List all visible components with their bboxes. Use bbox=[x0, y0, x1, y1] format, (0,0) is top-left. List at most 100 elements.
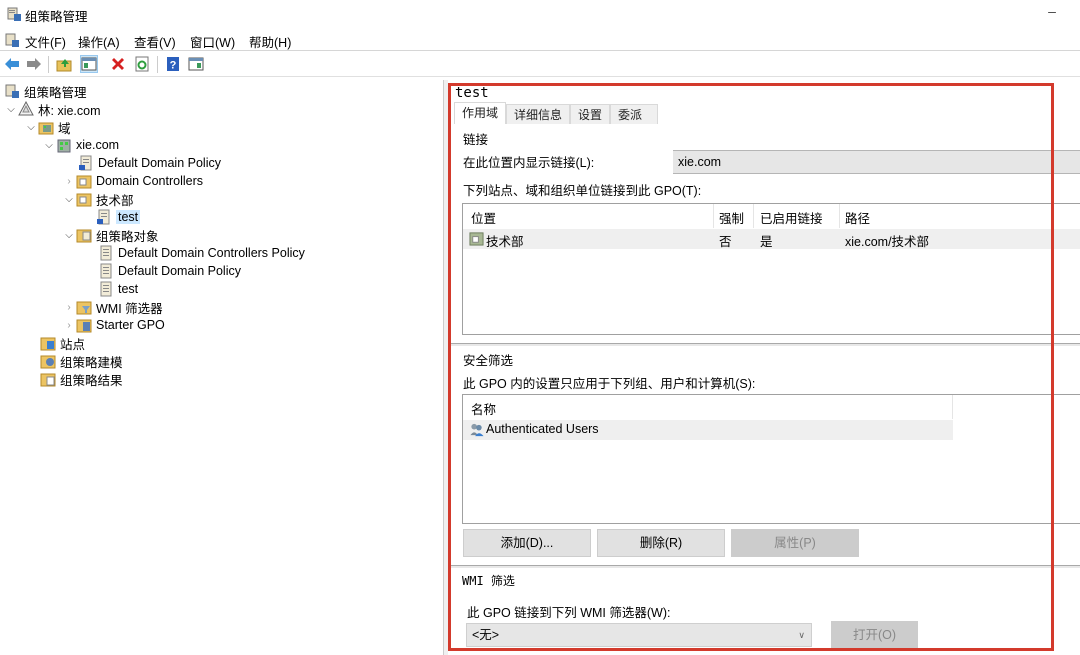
sites-icon bbox=[40, 337, 56, 351]
svg-text:?: ? bbox=[170, 60, 177, 72]
gpo-container-icon bbox=[76, 229, 92, 243]
display-links-location[interactable]: xie.com bbox=[673, 150, 1080, 174]
console-tree: 组策略管理 ⌵ 林: xie.com ⌵ 域 ⌵ xie.com Default… bbox=[0, 80, 444, 655]
tree-item-gpo[interactable]: Default Domain Controllers Policy bbox=[84, 244, 305, 262]
up-level-button[interactable] bbox=[55, 55, 73, 73]
domains-folder-icon bbox=[38, 122, 54, 135]
gpm-app-icon bbox=[7, 7, 21, 21]
cell-path: xie.com/技术部 bbox=[845, 235, 930, 249]
gpm-icon bbox=[5, 84, 19, 98]
gpo-title: test bbox=[455, 85, 489, 101]
chevron-down-icon[interactable]: ⌵ bbox=[4, 104, 18, 115]
links-heading: 链接 bbox=[463, 133, 489, 147]
tab-settings[interactable]: 设置 bbox=[570, 104, 611, 124]
tree-item-test-link-selected[interactable]: test bbox=[82, 208, 141, 226]
security-filtering-heading: 安全筛选 bbox=[463, 353, 514, 368]
forest-icon bbox=[18, 101, 34, 116]
tree-item-domains[interactable]: ⌵ 域 bbox=[24, 118, 71, 136]
back-icon bbox=[5, 58, 19, 70]
tree-item-root[interactable]: 组策略管理 bbox=[4, 82, 87, 100]
links-table-header: 位置 强制 已启用链接 路径 bbox=[463, 204, 1080, 228]
help-icon: ? bbox=[167, 57, 179, 72]
tree-label: 组策略结果 bbox=[60, 373, 123, 388]
col-link-enabled[interactable]: 已启用链接 bbox=[760, 208, 823, 227]
gpo-icon bbox=[100, 245, 112, 261]
table-row[interactable]: Authenticated Users bbox=[463, 420, 953, 440]
menu-file[interactable]: 文件(F) bbox=[25, 32, 66, 51]
forward-icon bbox=[27, 58, 41, 70]
system-menu-icon[interactable] bbox=[4, 32, 20, 48]
col-name[interactable]: 名称 bbox=[471, 399, 496, 418]
menu-window[interactable]: 窗口(W) bbox=[190, 32, 235, 51]
tree-item-gpo[interactable]: Default Domain Policy bbox=[84, 262, 241, 280]
forward-button[interactable] bbox=[25, 55, 43, 73]
tree-item-starter-gpo[interactable]: › Starter GPO bbox=[62, 316, 165, 334]
section-divider[interactable] bbox=[448, 343, 1080, 346]
tree-item-ou-tech[interactable]: ⌵ 技术部 bbox=[62, 190, 134, 208]
delete-button[interactable] bbox=[109, 55, 127, 73]
tree-item-results[interactable]: 组策略结果 bbox=[40, 370, 123, 388]
menu-action[interactable]: 操作(A) bbox=[78, 32, 120, 51]
chevron-down-icon[interactable]: ⌵ bbox=[62, 230, 76, 241]
security-table-header: 名称 bbox=[463, 395, 953, 419]
gpo-icon bbox=[100, 263, 112, 279]
links-table[interactable]: 位置 强制 已启用链接 路径 技术部 否 是 xie.com/技术部 bbox=[462, 203, 1080, 335]
menu-bar: 文件(F) 操作(A) 查看(V) 窗口(W) 帮助(H) bbox=[0, 29, 1080, 51]
delete-icon bbox=[112, 58, 124, 70]
users-group-icon bbox=[470, 423, 484, 437]
tab-delegation[interactable]: 委派 bbox=[610, 104, 659, 124]
col-path[interactable]: 路径 bbox=[845, 208, 870, 227]
tree-item-modeling[interactable]: 组策略建模 bbox=[40, 352, 123, 370]
chevron-right-icon[interactable]: › bbox=[62, 302, 76, 313]
open-wmi-filter-button[interactable]: 打开(O) bbox=[831, 621, 918, 649]
cell-link-enabled: 是 bbox=[760, 235, 773, 249]
domain-icon bbox=[57, 139, 71, 153]
back-button[interactable] bbox=[3, 55, 21, 73]
gpo-link-icon bbox=[97, 209, 110, 225]
tree-item-default-domain-policy-link[interactable]: Default Domain Policy bbox=[64, 154, 221, 172]
show-hide-console-tree-button[interactable] bbox=[80, 55, 98, 73]
tree-item-sites[interactable]: 站点 bbox=[40, 334, 85, 352]
tree-label: Default Domain Policy bbox=[98, 156, 221, 170]
chevron-down-icon: ∨ bbox=[798, 630, 805, 640]
security-filtering-list[interactable]: 名称 Authenticated Users bbox=[462, 394, 1080, 524]
show-hide-tree-icon bbox=[81, 57, 97, 71]
table-row[interactable]: 技术部 否 是 xie.com/技术部 bbox=[463, 229, 1080, 249]
wmi-filter-folder-icon bbox=[76, 301, 92, 315]
tree-label: 站点 bbox=[60, 337, 86, 352]
chevron-right-icon[interactable]: › bbox=[62, 176, 76, 187]
remove-button[interactable]: 删除(R) bbox=[597, 529, 725, 557]
tree-item-wmi-filters[interactable]: › WMI 筛选器 bbox=[62, 298, 163, 316]
tree-label: Default Domain Controllers Policy bbox=[118, 246, 305, 260]
tab-scope[interactable]: 作用域 bbox=[454, 102, 507, 124]
tree-item-gpo-container[interactable]: ⌵ 组策略对象 bbox=[62, 226, 159, 244]
col-location[interactable]: 位置 bbox=[471, 208, 496, 227]
menu-help[interactable]: 帮助(H) bbox=[249, 32, 291, 51]
section-divider[interactable] bbox=[448, 565, 1080, 568]
help-button[interactable]: ? bbox=[164, 55, 182, 73]
tree-item-gpo[interactable]: test bbox=[84, 280, 138, 298]
col-enforced[interactable]: 强制 bbox=[719, 208, 744, 227]
tree-item-forest[interactable]: ⌵ 林: xie.com bbox=[4, 100, 101, 118]
chevron-right-icon[interactable]: › bbox=[62, 320, 76, 331]
refresh-button[interactable] bbox=[133, 55, 151, 73]
up-folder-icon bbox=[56, 59, 72, 72]
cell-location: 技术部 bbox=[486, 235, 524, 249]
properties-button[interactable]: 属性(P) bbox=[731, 529, 859, 557]
menu-view[interactable]: 查看(V) bbox=[134, 32, 176, 51]
chevron-down-icon[interactable]: ⌵ bbox=[62, 194, 76, 205]
security-filtering-label: 此 GPO 内的设置只应用于下列组、用户和计算机(S): bbox=[463, 377, 756, 391]
add-button[interactable]: 添加(D)... bbox=[463, 529, 591, 557]
chevron-down-icon[interactable]: ⌵ bbox=[24, 122, 38, 133]
chevron-down-icon[interactable]: ⌵ bbox=[42, 140, 56, 151]
minimize-button[interactable]: – bbox=[1040, 2, 1064, 22]
ou-icon bbox=[76, 175, 92, 189]
tree-label: 域 bbox=[58, 121, 71, 136]
tree-item-domain-controllers[interactable]: › Domain Controllers bbox=[62, 172, 203, 190]
tree-item-domain-xie-com[interactable]: ⌵ xie.com bbox=[42, 136, 119, 154]
tree-label: Starter GPO bbox=[96, 318, 165, 332]
tab-details[interactable]: 详细信息 bbox=[506, 104, 571, 124]
wmi-filter-select[interactable]: <无> ∨ bbox=[466, 623, 812, 647]
show-hide-action-pane-button[interactable] bbox=[187, 55, 205, 73]
tree-label: Default Domain Policy bbox=[118, 264, 241, 278]
